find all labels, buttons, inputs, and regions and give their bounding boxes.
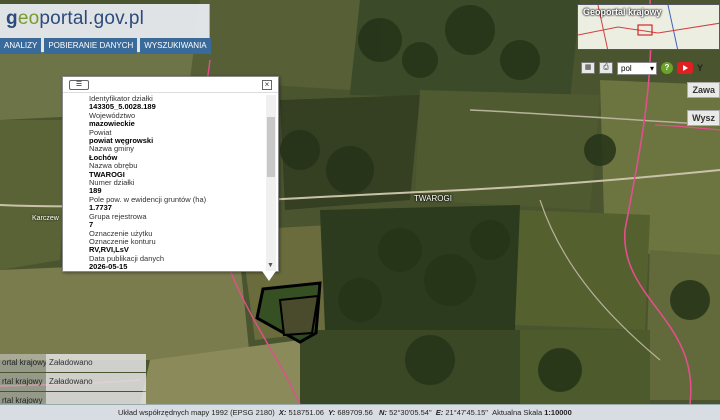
map-scale: 1:10000 [544,408,572,417]
status-bar: Układ współrzędnych mapy 1992 (EPSG 2180… [0,404,720,420]
attribute-value: 2026-05-15 [89,262,128,271]
latitude: 52°30'05.54" [389,408,432,417]
language-select[interactable]: pol [617,61,657,75]
attribute-value: mazowieckie [89,119,135,129]
scroll-down-icon[interactable]: ▼ [267,262,274,269]
menu-pobieranie-danych[interactable]: POBIERANIE DANYCH [44,38,138,54]
layer-status: Załadowano [46,373,146,391]
print-icon[interactable]: ⎙ [599,62,613,74]
layer-status-panel: ortal krajowy Załadowano rtal krajowy Za… [0,354,146,411]
attribute-label: Numer działki [89,178,135,188]
y-coordinate: 689709.56 [337,408,373,417]
attribute-label: Grupa rejestrowa [89,211,147,221]
parcel-info-popup: ☰ × Identyfikator działki 143305_5.0028.1… [62,76,279,272]
layer-name[interactable]: ortal krajowy [0,354,46,372]
grid-icon[interactable]: ▦ [581,62,595,74]
layer-row: rtal krajowy Załadowano [0,373,146,391]
side-button-zawartosc[interactable]: Zawa [687,82,720,98]
x-coordinate: 518751.06 [288,408,324,417]
west-place-label: Karczew [32,215,59,222]
toolbar: ▦ ⎙ pol ? Y [577,58,720,78]
coordinate-system: Układ współrzędnych mapy 1992 (EPSG 2180… [118,408,275,417]
layer-status: Załadowano [46,354,146,372]
village-label: TWAROGI [414,194,452,203]
popup-scrollbar[interactable]: ▼ [266,95,276,271]
menu-analizy[interactable]: ANALIZY [0,38,42,54]
list-icon[interactable]: ☰ [69,80,89,90]
main-menu: ANALIZY POBIERANIE DANYCH WYSZUKIWANIA [0,38,211,54]
longitude: 21°47'45.15" [445,408,488,417]
side-button-wyszukaj[interactable]: Wysz [687,110,720,126]
layer-row: ortal krajowy Załadowano [0,354,146,372]
scrollbar-thumb[interactable] [267,117,275,177]
overview-minimap[interactable]: Geoportal krajowy [577,4,720,50]
popup-pointer [262,271,276,281]
header-bar: geoportal.gov.pl ANALIZY POBIERANIE DANY… [0,4,211,54]
layer-name[interactable]: rtal krajowy [0,373,46,391]
minimap-title: Geoportal krajowy [583,7,662,17]
attribute-label: Pole pow. w ewidencji gruntów (ha) [89,194,207,204]
help-icon[interactable]: ? [661,62,673,74]
menu-wyszukiwania[interactable]: WYSZUKIWANIA [140,38,211,54]
popup-content: Identyfikator działki 143305_5.0028.189 Wo… [89,95,265,271]
popup-header: ☰ × [63,77,278,93]
close-icon[interactable]: × [262,80,272,90]
youtube-label: Y [697,63,704,73]
youtube-icon[interactable] [677,62,693,74]
geoportal-logo[interactable]: geoportal.gov.pl [6,8,144,30]
